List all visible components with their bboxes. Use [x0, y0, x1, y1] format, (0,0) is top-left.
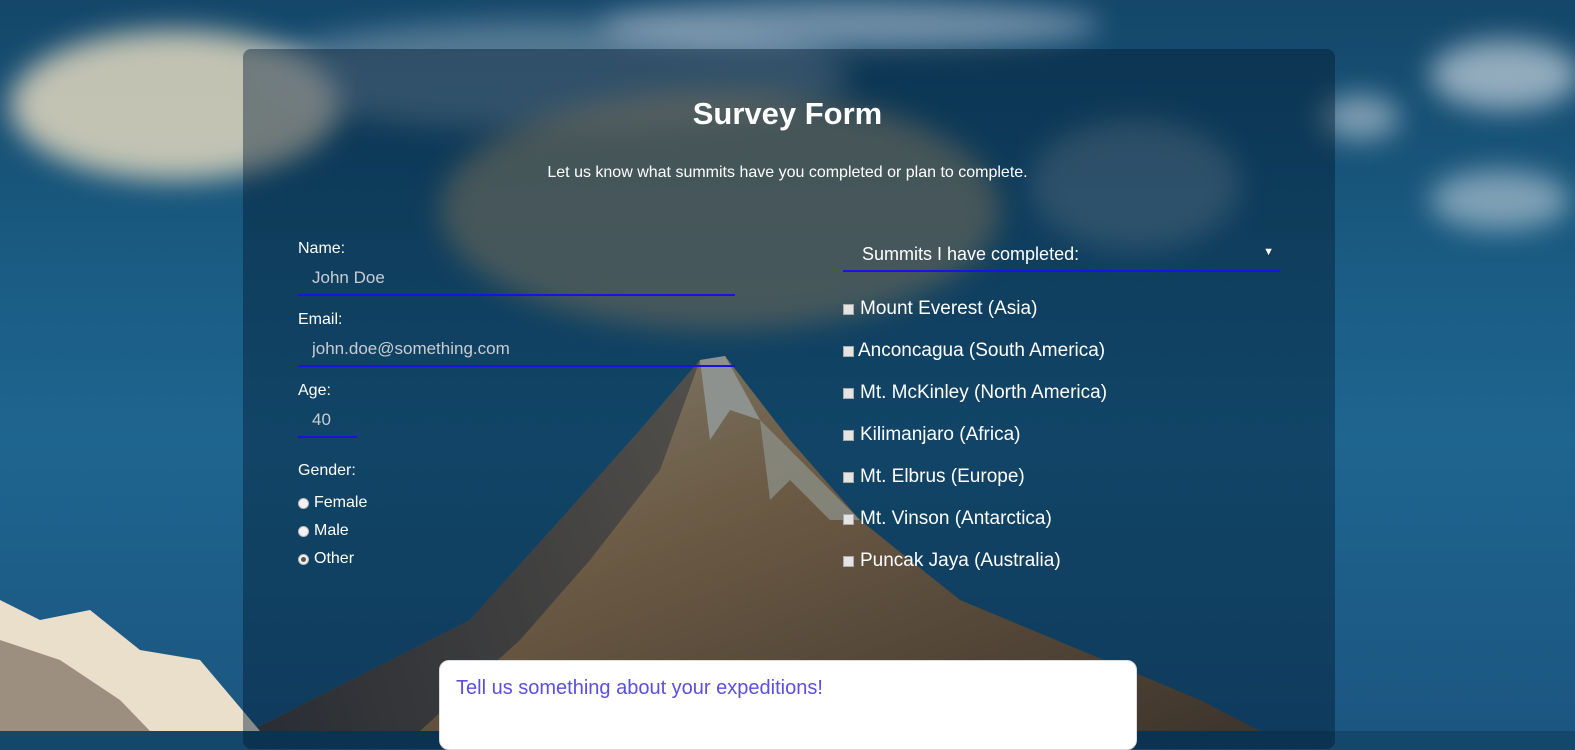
gender-option-male[interactable]: Male [298, 522, 349, 540]
age-label: Age: [298, 382, 331, 399]
radio-label: Male [314, 522, 349, 539]
form-description: Let us know what summits have you comple… [547, 164, 1028, 181]
summit-option-puncak-jaya[interactable]: Puncak Jaya (Australia) [843, 550, 1061, 572]
checkbox-label: Mount Everest (Asia) [860, 298, 1038, 319]
page-title: Survey Form [692, 96, 883, 131]
summit-option-everest[interactable]: Mount Everest (Asia) [843, 298, 1037, 320]
radio-label: Other [314, 550, 355, 567]
summit-option-elbrus[interactable]: Mt. Elbrus (Europe) [843, 466, 1025, 488]
checkbox-label: Anconcagua (South America) [858, 340, 1106, 361]
name-label: Name: [298, 240, 346, 257]
textarea-placeholder: Tell us something about your expeditions… [456, 677, 823, 699]
checkbox[interactable] [843, 345, 854, 357]
summit-option-mckinley[interactable]: Mt. McKinley (North America) [843, 382, 1107, 404]
gender-option-female[interactable]: Female [298, 494, 367, 512]
summit-option-aconcagua[interactable]: Anconcagua (South America) [843, 340, 1105, 362]
summit-option-kilimanjaro[interactable]: Kilimanjaro (Africa) [843, 424, 1020, 446]
checkbox[interactable] [843, 429, 854, 441]
radio-button[interactable] [298, 497, 309, 509]
select-value: Summits I have completed: [862, 244, 1080, 264]
checkbox-label: Puncak Jaya (Australia) [860, 550, 1061, 571]
checkbox[interactable] [843, 303, 854, 315]
form-panel [243, 49, 1335, 749]
radio-button-selected[interactable] [298, 553, 309, 565]
checkbox-label: Mt. Vinson (Antarctica) [860, 508, 1052, 529]
age-input[interactable] [298, 404, 357, 438]
radio-label: Female [314, 494, 368, 511]
summits-select[interactable]: Summits I have completed: ▼ [843, 236, 1280, 272]
caret-down-icon: ▼ [1263, 246, 1274, 258]
summit-option-vinson[interactable]: Mt. Vinson (Antarctica) [843, 508, 1052, 530]
name-input[interactable] [298, 262, 735, 296]
email-label: Email: [298, 311, 343, 328]
checkbox[interactable] [843, 387, 854, 399]
expeditions-textarea[interactable]: Tell us something about your expeditions… [439, 660, 1137, 750]
checkbox[interactable] [843, 555, 854, 567]
checkbox[interactable] [843, 513, 854, 525]
gender-label: Gender: [298, 462, 356, 479]
gender-option-other[interactable]: Other [298, 550, 354, 568]
checkbox-label: Kilimanjaro (Africa) [860, 424, 1021, 445]
checkbox-label: Mt. McKinley (North America) [860, 382, 1108, 403]
email-input[interactable] [298, 333, 735, 367]
checkbox-label: Mt. Elbrus (Europe) [860, 466, 1025, 487]
radio-button[interactable] [298, 525, 309, 537]
checkbox[interactable] [843, 471, 854, 483]
